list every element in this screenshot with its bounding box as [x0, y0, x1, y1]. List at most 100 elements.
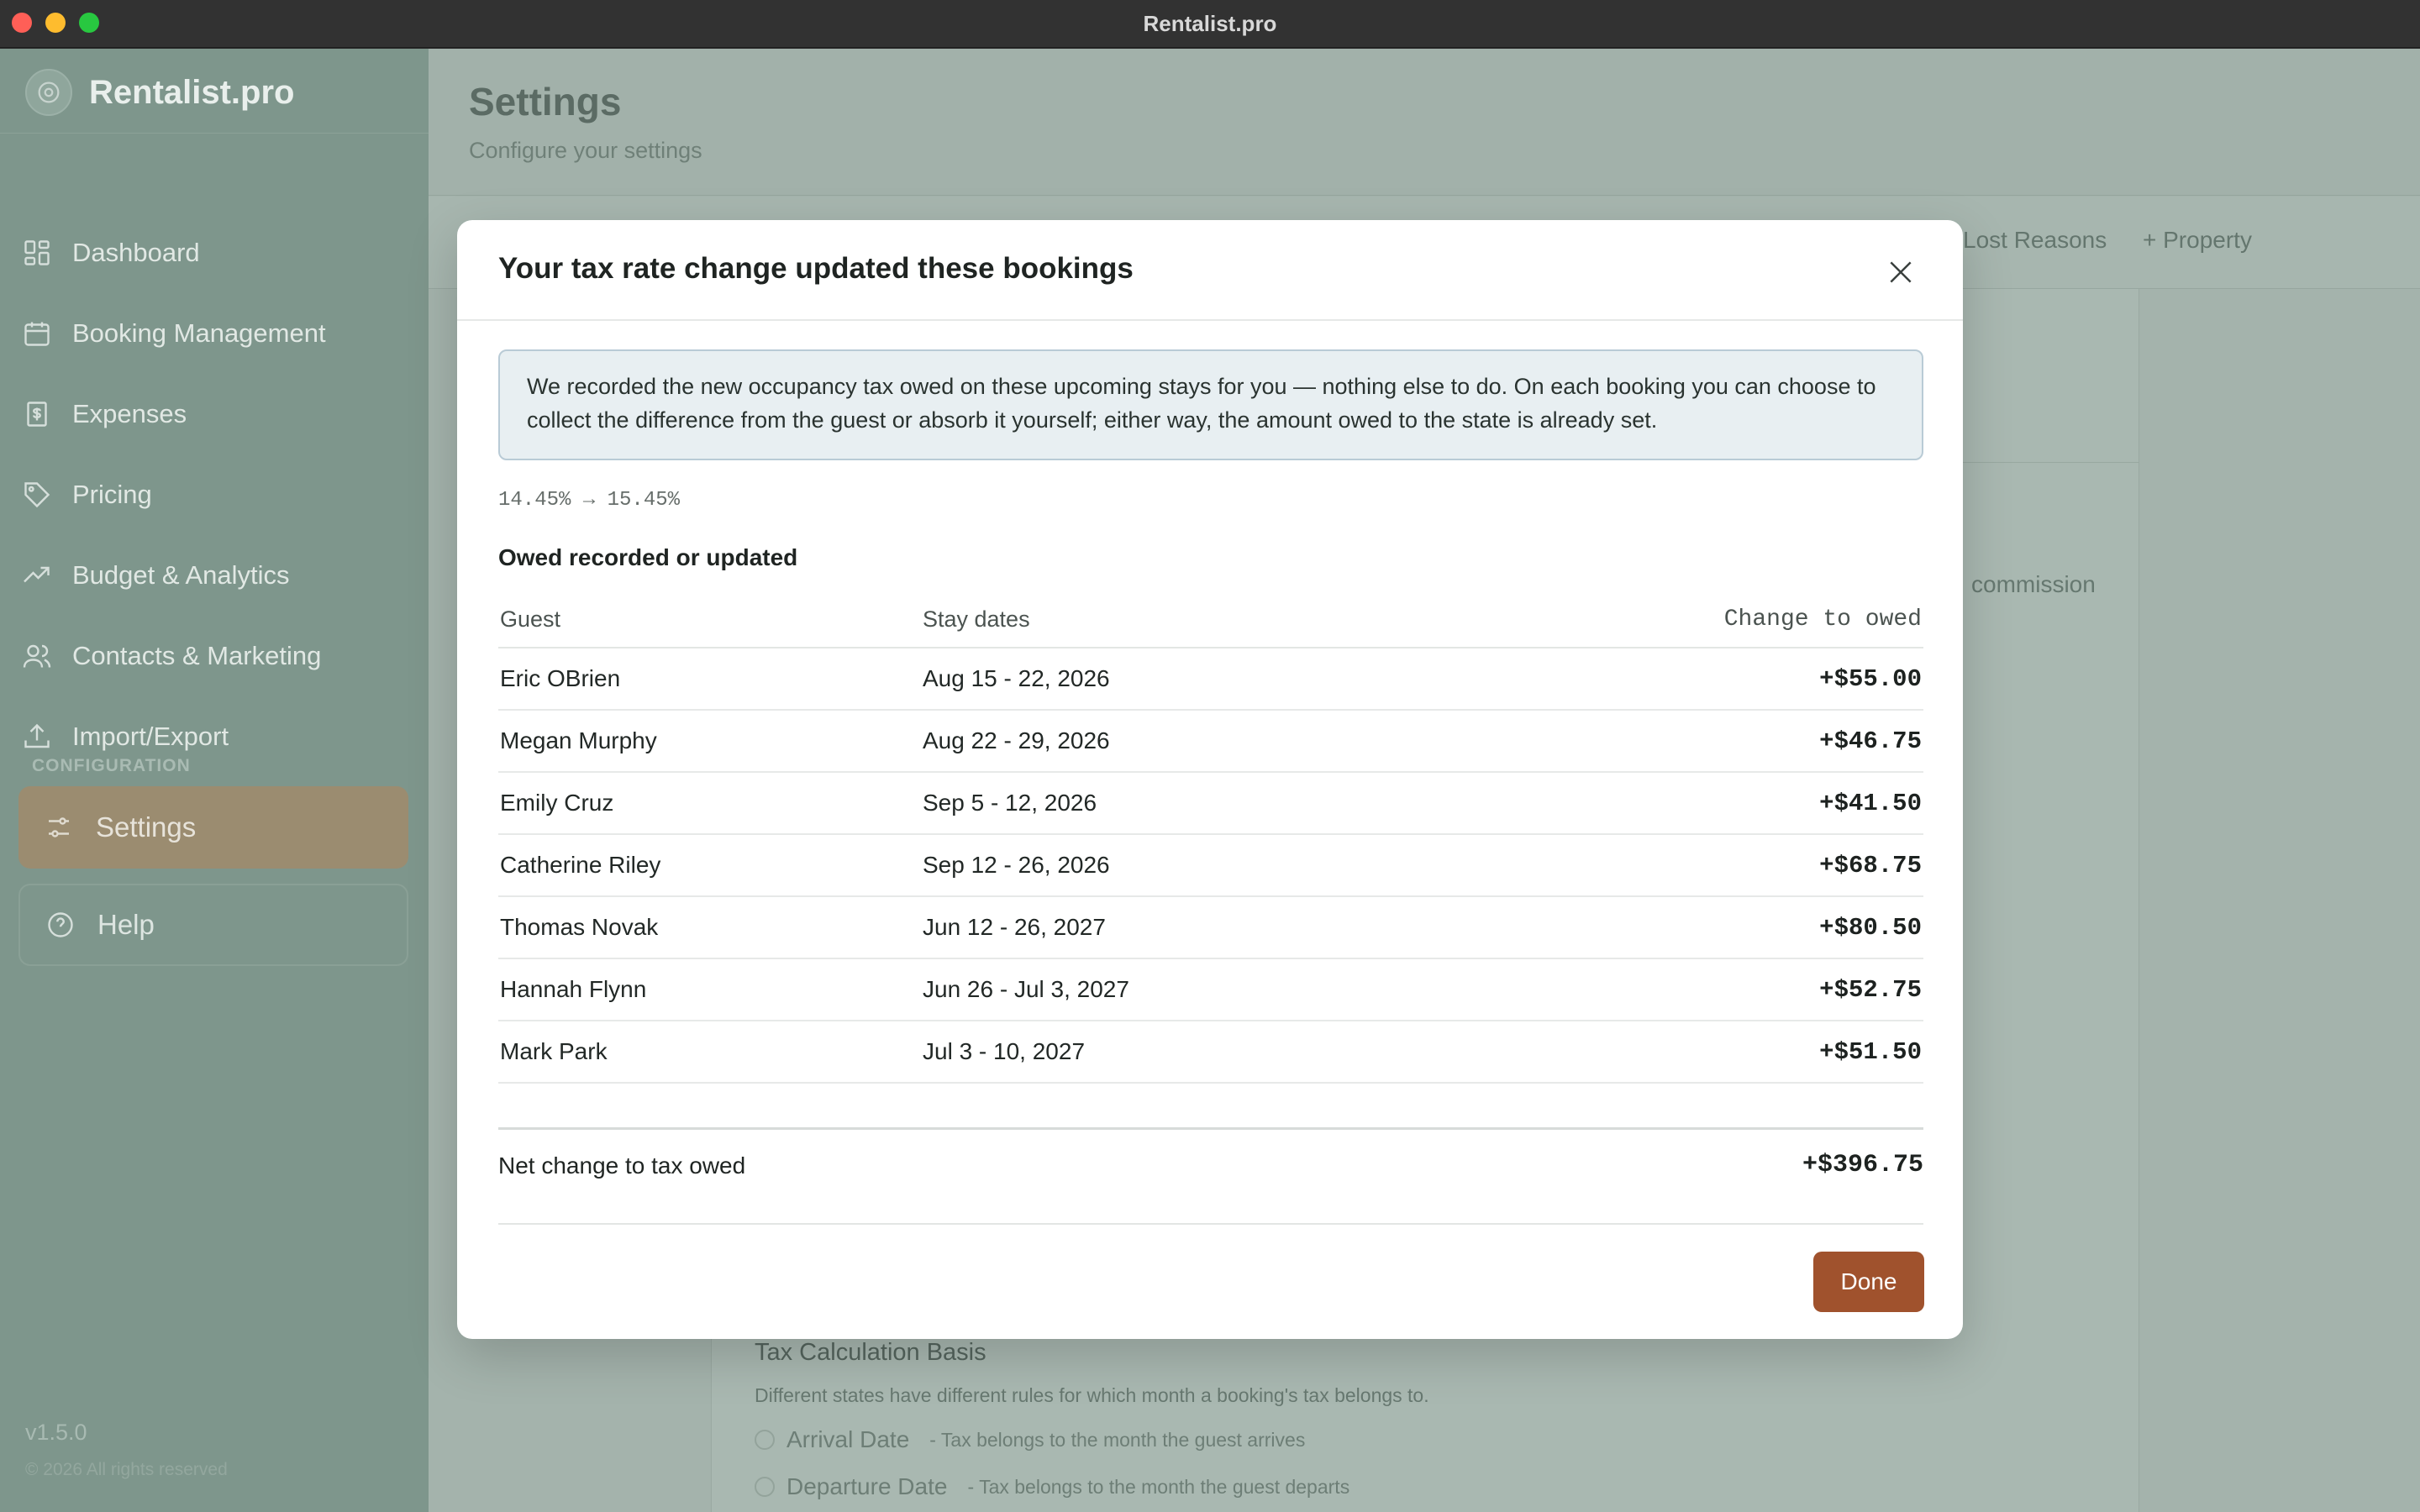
info-callout: We recorded the new occupancy tax owed o… [498, 349, 1923, 460]
sidebar-item-import-export[interactable]: Import/Export [22, 711, 229, 762]
tax-basis-option-departure[interactable]: Departure Date - Tax belongs to the mont… [755, 1473, 1349, 1500]
cell-change: +$51.50 [1819, 1038, 1922, 1066]
cell-change: +$52.75 [1819, 976, 1922, 1004]
cell-guest: Eric OBrien [500, 665, 621, 691]
cell-stay-dates: Aug 22 - 29, 2026 [923, 727, 1110, 753]
cell-stay-dates: Sep 5 - 12, 2026 [923, 790, 1097, 816]
option-label: Departure Date [786, 1473, 948, 1499]
window-title: Rentalist.pro [1143, 10, 1277, 36]
sidebar-item-label: Contacts & Marketing [72, 641, 322, 670]
sidebar-divider [0, 133, 429, 134]
column-header-change: Change to owed [1723, 606, 1922, 633]
cell-change: +$80.50 [1819, 914, 1922, 942]
table-row: Catherine Riley Sep 12 - 26, 2026 +$68.7… [498, 835, 1923, 897]
cell-change: +$41.50 [1819, 790, 1922, 817]
table-row: Eric OBrien Aug 15 - 22, 2026 +$55.00 [498, 648, 1923, 711]
sidebar-item-label: Booking Management [72, 318, 326, 348]
page-title: Settings [469, 80, 622, 123]
sidebar-item-label: Import/Export [72, 722, 229, 751]
modal-title: Your tax rate change updated these booki… [498, 252, 1134, 285]
option-description: - Tax belongs to the month the guest dep… [967, 1475, 1350, 1498]
table-row: Hannah Flynn Jun 26 - Jul 3, 2027 +$52.7… [498, 959, 1923, 1021]
tax-basis-title: Tax Calculation Basis [755, 1339, 986, 1366]
cell-guest: Hannah Flynn [500, 976, 647, 1002]
sidebar-section-label: CONFIGURATION [32, 756, 191, 775]
sidebar-item-pricing[interactable]: Pricing [22, 470, 152, 520]
brand-logo-icon [25, 69, 72, 116]
brand-name: Rentalist.pro [89, 73, 295, 111]
tab-lost-reasons[interactable]: Lost Reasons [1963, 227, 2107, 254]
total-divider [498, 1127, 1923, 1130]
column-header-guest: Guest [500, 606, 561, 632]
done-button[interactable]: Done [1813, 1252, 1924, 1312]
table-header: Guest Stay dates Change to owed [498, 590, 1923, 648]
table-row: Mark Park Jul 3 - 10, 2027 +$51.50 [498, 1021, 1923, 1084]
option-label: Arrival Date [786, 1426, 910, 1452]
section-title: Owed recorded or updated [498, 544, 798, 570]
window-zoom-button[interactable] [79, 13, 99, 33]
sidebar-item-budget-analytics[interactable]: Budget & Analytics [22, 550, 290, 601]
brand[interactable]: Rentalist.pro [25, 69, 294, 116]
trend-icon [24, 566, 50, 583]
cell-guest: Thomas Novak [500, 914, 659, 940]
radio-arrival[interactable] [755, 1430, 775, 1450]
tax-basis-description: Different states have different rules fo… [755, 1384, 1429, 1406]
footer-divider [498, 1223, 1923, 1225]
sliders-icon [49, 817, 69, 837]
modal-close-button[interactable] [1884, 255, 1918, 289]
cell-change: +$68.75 [1819, 852, 1922, 879]
sidebar-item-settings[interactable]: Settings [18, 786, 408, 869]
cell-stay-dates: Aug 15 - 22, 2026 [923, 665, 1110, 691]
bookings-table: Guest Stay dates Change to owed Eric OBr… [498, 590, 1923, 1084]
traffic-lights [12, 13, 99, 33]
total-label: Net change to tax owed [498, 1152, 746, 1179]
commission-text: commission [1971, 571, 2096, 597]
cell-guest: Mark Park [500, 1038, 608, 1064]
window-minimize-button[interactable] [45, 13, 66, 33]
column-header-stay-dates: Stay dates [923, 606, 1030, 632]
cell-guest: Emily Cruz [500, 790, 614, 816]
window-close-button[interactable] [12, 13, 32, 33]
cell-change: +$46.75 [1819, 727, 1922, 755]
cell-stay-dates: Sep 12 - 26, 2026 [923, 852, 1110, 878]
cell-change: +$55.00 [1819, 665, 1922, 693]
sidebar-item-label: Help [97, 909, 155, 940]
sidebar-item-label: Budget & Analytics [72, 560, 290, 590]
dashboard-icon [24, 240, 50, 265]
total-value: +$396.75 [1802, 1151, 1923, 1179]
cell-stay-dates: Jul 3 - 10, 2027 [923, 1038, 1086, 1064]
page-header: Settings Configure your settings [429, 49, 2420, 196]
sidebar-item-label: Settings [96, 811, 197, 843]
close-icon [1890, 261, 1912, 283]
tab-add-property[interactable]: + Property [2143, 227, 2252, 254]
table-row: Thomas Novak Jun 12 - 26, 2027 +$80.50 [498, 897, 1923, 959]
sidebar-item-dashboard[interactable]: Dashboard [22, 228, 200, 278]
calendar-icon [24, 322, 50, 346]
copyright: © 2026 All rights reserved [25, 1460, 228, 1479]
sidebar-item-label: Expenses [72, 399, 187, 428]
modal-header: Your tax rate change updated these booki… [457, 220, 1963, 321]
sidebar-item-label: Pricing [72, 480, 152, 509]
table-row: Megan Murphy Aug 22 - 29, 2026 +$46.75 [498, 711, 1923, 773]
receipt-icon [27, 402, 47, 427]
upload-icon [24, 723, 50, 748]
sidebar-item-contacts-marketing[interactable]: Contacts & Marketing [22, 631, 321, 681]
sidebar-item-booking-management[interactable]: Booking Management [22, 308, 326, 359]
sidebar-item-expenses[interactable]: Expenses [22, 389, 187, 439]
tag-icon [24, 482, 50, 508]
tax-basis-option-arrival[interactable]: Arrival Date - Tax belongs to the month … [755, 1426, 1305, 1453]
tax-update-modal: Your tax rate change updated these booki… [457, 220, 1963, 1339]
cell-stay-dates: Jun 12 - 26, 2027 [923, 914, 1106, 940]
page-subtitle: Configure your settings [469, 138, 702, 163]
sidebar: Rentalist.pro Dashboard Booking Manageme… [0, 49, 429, 1512]
radio-departure[interactable] [755, 1477, 775, 1497]
app-version: v1.5.0 [25, 1420, 87, 1445]
sidebar-item-help[interactable]: Help [18, 884, 408, 966]
table-row: Emily Cruz Sep 5 - 12, 2026 +$41.50 [498, 773, 1923, 835]
window-titlebar: Rentalist.pro [0, 0, 2420, 48]
rate-change: 14.45% → 15.45% [498, 489, 681, 512]
sidebar-item-label: Dashboard [72, 238, 200, 267]
cell-stay-dates: Jun 26 - Jul 3, 2027 [923, 976, 1129, 1002]
cell-guest: Megan Murphy [500, 727, 657, 753]
contacts-icon [23, 644, 51, 668]
